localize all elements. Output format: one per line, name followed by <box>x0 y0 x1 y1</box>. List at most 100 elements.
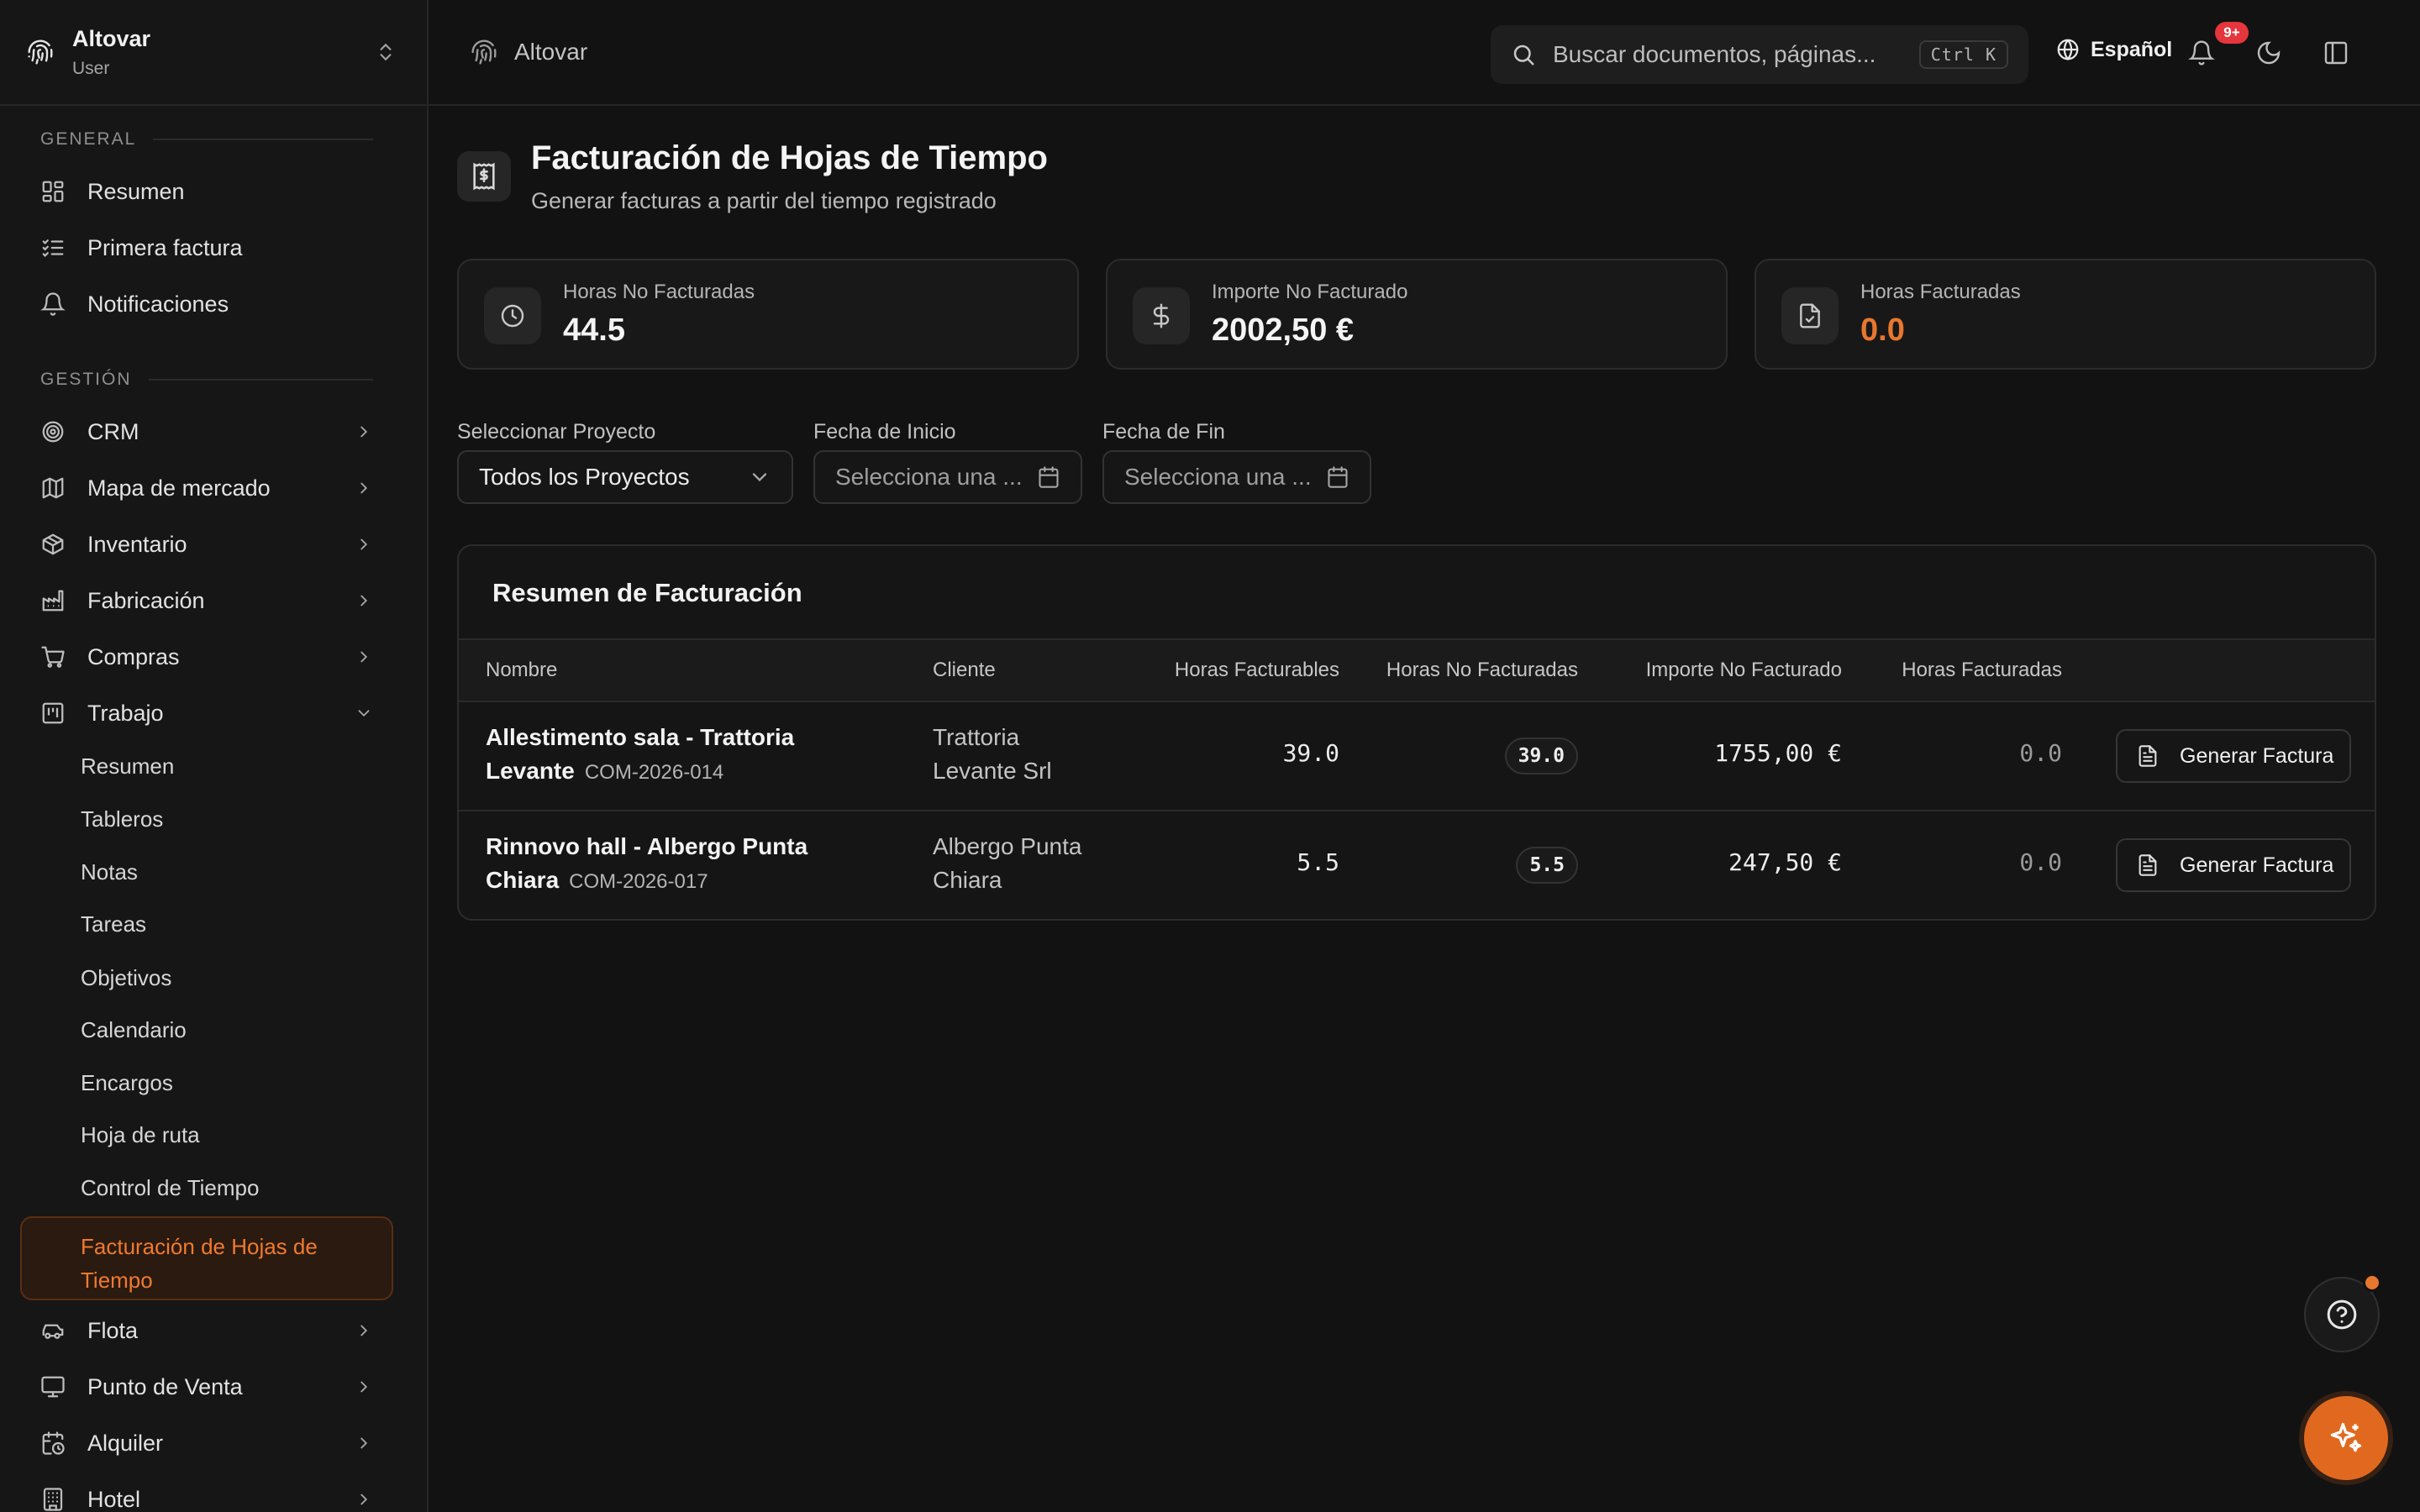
chevrons-up-down-icon <box>380 43 392 61</box>
unbilled-hours-badge: 5.5 <box>1516 847 1578 884</box>
unbilled-amount: 247,50 € <box>1728 848 1842 876</box>
sidebar-subitem-tableros[interactable]: Tableros <box>81 806 163 832</box>
search-input[interactable]: Buscar documentos, páginas... Ctrl K <box>1491 25 2028 84</box>
page-subtitle: Generar facturas a partir del tiempo reg… <box>531 188 997 213</box>
factory-icon <box>42 590 64 612</box>
stat-label: Importe No Facturado <box>1212 281 1408 303</box>
search-icon <box>1513 45 1534 66</box>
project-filter-label: Seleccionar Proyecto <box>457 420 656 444</box>
monitor-icon <box>41 1376 65 1398</box>
chevron-right-icon <box>360 595 368 606</box>
generate-invoice-button[interactable]: Generar Factura <box>2116 729 2351 783</box>
sidebar-subitem-facturacion-active[interactable]: Facturación de Hojas de Tiempo <box>20 1216 393 1300</box>
language-switcher[interactable]: Español <box>2055 37 2172 62</box>
fingerprint-icon <box>28 39 53 65</box>
project-name: Rinnovo hall - Albergo Punta Chiara COM-2… <box>486 833 808 893</box>
car-icon <box>42 1324 64 1339</box>
receipt-icon <box>473 162 495 191</box>
stat-label: Horas Facturadas <box>1860 281 2021 303</box>
calendar-icon <box>1328 466 1348 488</box>
sidebar-item-flota[interactable]: Flota <box>40 1310 381 1351</box>
start-date-label: Fecha de Inicio <box>813 420 956 444</box>
billable-hours: 39.0 <box>1282 739 1339 767</box>
kanban-icon <box>42 702 64 724</box>
chevron-right-icon <box>360 1325 368 1336</box>
project-code: COM-2026-014 <box>584 761 724 784</box>
sidebar-item-mapa-de-mercado[interactable]: Mapa de mercado <box>40 468 381 508</box>
generate-invoice-button[interactable]: Generar Factura <box>2116 838 2351 892</box>
notification-badge: 9+ <box>2215 22 2249 44</box>
stat-card-billed-hours: Horas Facturadas 0.0 <box>1754 259 2376 370</box>
end-date-placeholder: Selecciona una ... <box>1124 464 1312 490</box>
chevron-right-icon <box>360 1381 368 1393</box>
sidebar-subitem-encargos[interactable]: Encargos <box>81 1070 173 1096</box>
search-shortcut: Ctrl K <box>1918 40 2008 69</box>
client-name: Trattoria Levante Srl <box>933 724 1052 784</box>
sidebar-subitem-calendario[interactable]: Calendario <box>81 1017 187 1043</box>
sidebar-subitem-notas[interactable]: Notas <box>81 859 138 885</box>
ai-assistant-button[interactable] <box>2304 1396 2388 1480</box>
sidebar-item-punto-de-venta[interactable]: Punto de Venta <box>40 1367 381 1407</box>
project-select[interactable]: Todos los Proyectos <box>457 450 793 504</box>
sidebar-item-hotel[interactable]: Hotel <box>40 1479 381 1512</box>
list-check-icon <box>42 239 64 257</box>
sidebar-subitem-resumen[interactable]: Resumen <box>81 753 174 780</box>
building-icon <box>43 1488 63 1511</box>
end-date-label: Fecha de Fin <box>1102 420 1225 444</box>
project-select-value: Todos los Proyectos <box>479 464 690 490</box>
dollar-icon <box>1153 303 1170 328</box>
help-notification-dot <box>2363 1273 2381 1292</box>
column-header-horas-no-facturadas: Horas No Facturadas <box>1386 659 1578 681</box>
sidebar-item-primera-factura[interactable]: Primera factura <box>40 228 381 268</box>
sidebar-item-resumen[interactable]: Resumen <box>40 171 381 212</box>
billed-hours: 0.0 <box>2019 739 2062 767</box>
sparkles-icon <box>2330 1422 2362 1452</box>
chevron-right-icon <box>360 651 368 663</box>
sidebar-item-alquiler[interactable]: Alquiler <box>40 1423 381 1463</box>
sidebar-subitem-control-de-tiempo[interactable]: Control de Tiempo <box>81 1175 259 1201</box>
bell-icon[interactable] <box>2188 39 2215 66</box>
sidebar-item-fabricacion[interactable]: Fabricación <box>40 580 381 621</box>
breadcrumb-label: Altovar <box>514 39 588 65</box>
stat-value: 2002,50 € <box>1212 312 1355 348</box>
breadcrumb[interactable]: Altovar <box>471 39 587 66</box>
search-placeholder: Buscar documentos, páginas... <box>1553 41 1876 67</box>
workspace-switcher[interactable]: Altovar User <box>0 0 427 106</box>
sidebar-subitem-objetivos[interactable]: Objetivos <box>81 965 171 991</box>
chevron-right-icon <box>360 482 368 494</box>
moon-icon[interactable] <box>2255 39 2282 66</box>
billable-hours: 5.5 <box>1297 848 1339 876</box>
sidebar: Altovar User GENERAL Resumen Primera fac… <box>0 0 429 1512</box>
sidebar-item-inventario[interactable]: Inventario <box>40 524 381 564</box>
page-title: Facturación de Hojas de Tiempo <box>531 139 1048 176</box>
stat-label: Horas No Facturadas <box>563 281 755 303</box>
sidebar-subitem-tareas[interactable]: Tareas <box>81 911 146 937</box>
column-header-horas-facturadas: Horas Facturadas <box>1902 659 2062 681</box>
target-icon <box>42 421 64 443</box>
bell-icon <box>40 292 66 316</box>
column-header-cliente: Cliente <box>933 659 996 681</box>
sidebar-item-compras[interactable]: Compras <box>40 637 381 677</box>
top-bar: Altovar Buscar documentos, páginas... Ct… <box>429 0 2420 106</box>
chevron-right-icon <box>360 426 368 438</box>
table-row: Rinnovo hall - Albergo Punta Chiara COM-2… <box>459 811 2375 919</box>
file-check-icon <box>1800 303 1820 328</box>
unbilled-amount: 1755,00 € <box>1714 739 1842 767</box>
map-icon <box>42 477 64 499</box>
globe-icon <box>2057 39 2079 61</box>
stat-card-unbilled-hours: Horas No Facturadas 44.5 <box>457 259 1079 370</box>
sidebar-toggle-icon[interactable] <box>2323 39 2349 66</box>
start-date-placeholder: Selecciona una ... <box>835 464 1023 490</box>
cart-icon <box>41 646 65 668</box>
unbilled-hours-badge: 39.0 <box>1504 738 1578 774</box>
sidebar-item-notificaciones[interactable]: Notificaciones <box>40 284 381 324</box>
chevron-right-icon <box>360 1494 368 1505</box>
end-date-picker[interactable]: Selecciona una ... <box>1102 450 1371 504</box>
calendar-clock-icon <box>42 1431 65 1455</box>
sidebar-item-crm[interactable]: CRM <box>40 412 381 452</box>
sidebar-subitem-hoja-de-ruta[interactable]: Hoja de ruta <box>81 1122 200 1148</box>
start-date-picker[interactable]: Selecciona una ... <box>813 450 1082 504</box>
user-role: User <box>72 58 110 78</box>
calendar-icon <box>1039 466 1059 488</box>
sidebar-item-trabajo[interactable]: Trabajo <box>40 693 381 733</box>
